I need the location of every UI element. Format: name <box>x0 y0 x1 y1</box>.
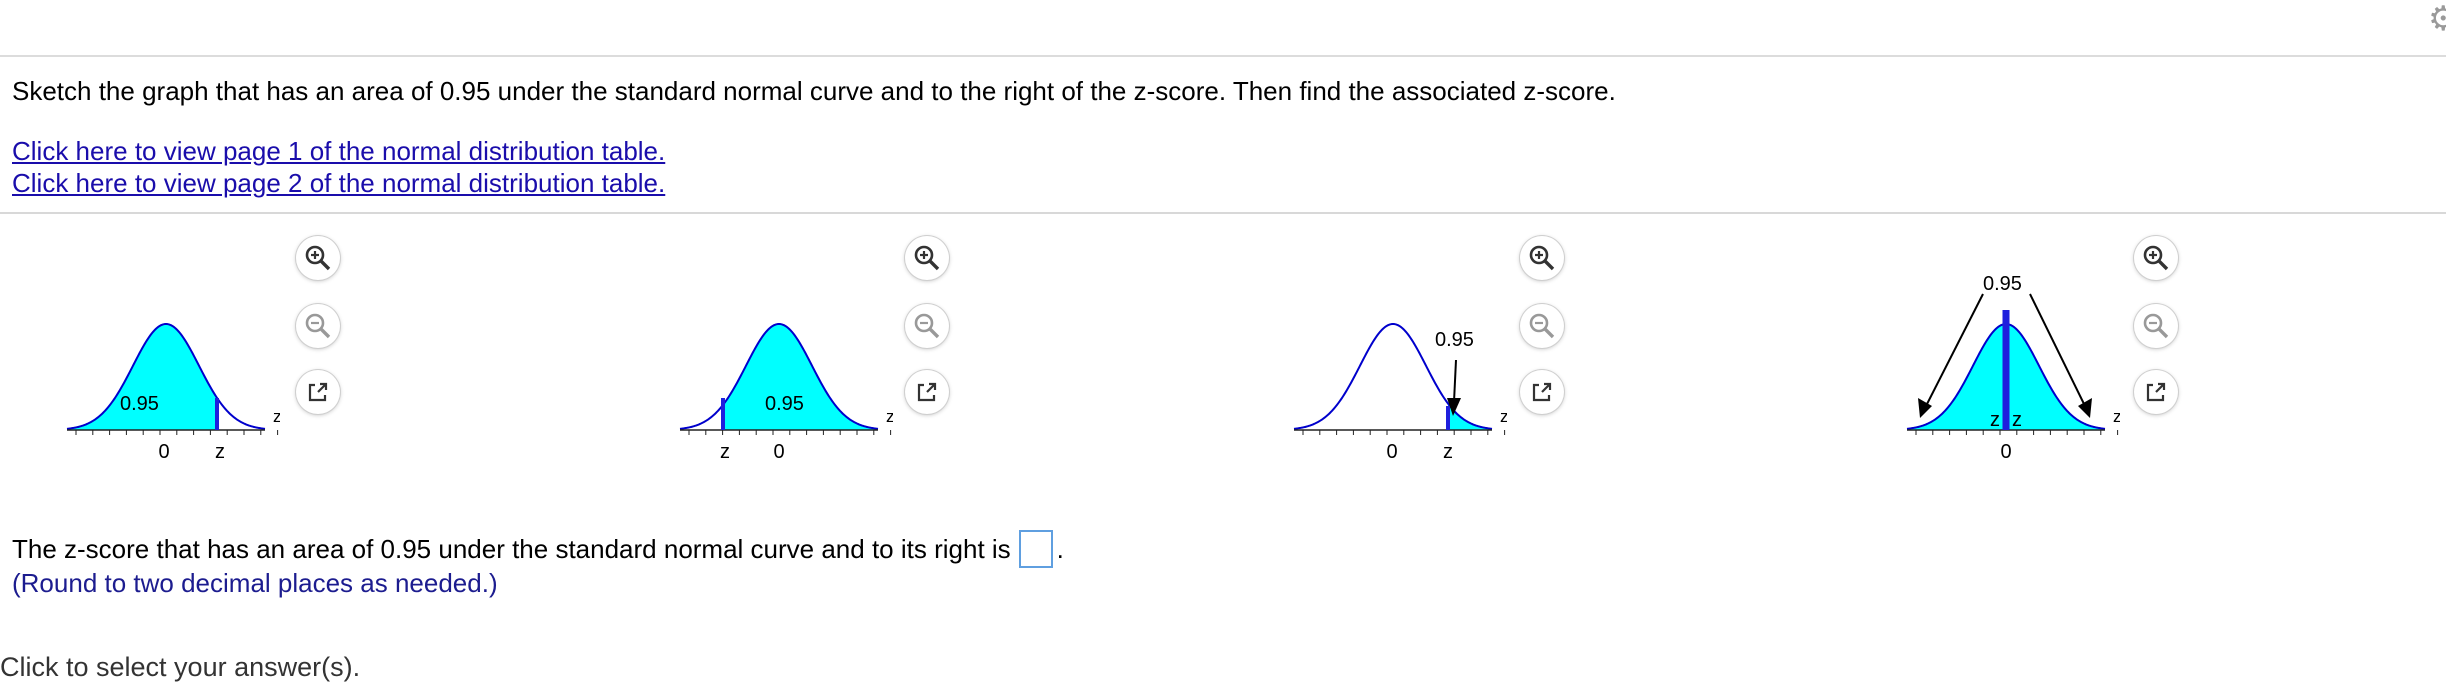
popout-icon <box>917 382 937 402</box>
graph-d-z-label-left: z <box>1990 409 2000 431</box>
graph-option-d[interactable]: 0.95 z 0 z z <box>1840 214 2440 484</box>
graph-d-plot: 0.95 z 0 z z <box>1906 273 2120 460</box>
normal-table-page1-link[interactable]: Click here to view page 1 of the normal … <box>12 136 665 167</box>
graph-d-zoom-out-button[interactable] <box>2134 304 2178 348</box>
graph-c-zoom-out-button[interactable] <box>1520 304 1564 348</box>
graph-c-plot: 0.95 z 0 z <box>1293 322 1507 460</box>
zoom-in-icon <box>1529 245 1555 271</box>
popout-icon <box>1532 382 1552 402</box>
settings-gear-icon[interactable]: ⚙ <box>2428 4 2446 34</box>
graph-d-left-pointer-arrowhead <box>1918 398 1932 418</box>
question-text: Sketch the graph that has an area of 0.9… <box>12 76 1616 106</box>
graph-b-zero-label: 0 <box>773 441 784 460</box>
popout-icon <box>308 382 328 402</box>
z-score-answer-input[interactable] <box>1018 530 1053 568</box>
zoom-in-icon <box>914 245 940 271</box>
graph-b-zoom-out-button[interactable] <box>905 304 949 348</box>
graph-d-zoom-in-button[interactable] <box>2134 236 2178 280</box>
graph-option-a[interactable]: 0.95 z 0 z <box>0 214 600 484</box>
graph-a-axis-label: z <box>273 407 280 426</box>
graph-d-z-label-right: z <box>2012 409 2022 431</box>
graph-c-zoom-in-button[interactable] <box>1520 236 1564 280</box>
graph-b-plot: 0.95 z 0 z <box>679 322 893 460</box>
zoom-in-icon <box>2143 245 2169 271</box>
popout-icon <box>2146 382 2166 402</box>
graph-option-c[interactable]: 0.95 z 0 z <box>1227 214 1827 484</box>
graph-b-popout-button[interactable] <box>905 370 949 414</box>
answer-line: The z-score that has an area of 0.95 und… <box>12 530 1064 568</box>
graph-option-b[interactable]: 0.95 z 0 z <box>613 214 1213 484</box>
graph-c-z-label: z <box>1443 441 1453 460</box>
answer-prompt: The z-score that has an area of 0.95 und… <box>12 533 1011 564</box>
graph-a-popout-button[interactable] <box>296 370 340 414</box>
graph-d-popout-button[interactable] <box>2134 370 2178 414</box>
zoom-in-icon <box>305 245 331 271</box>
graph-a-z-label: z <box>215 441 225 460</box>
select-answer-instruction: Click to select your answer(s). <box>0 652 361 682</box>
graph-c-zero-label: 0 <box>1386 441 1397 460</box>
top-divider <box>0 55 2446 57</box>
graph-b-axis-label: z <box>886 407 893 426</box>
graph-c-pointer-line <box>1453 359 1457 403</box>
graph-a-plot: 0.95 z 0 z <box>66 322 280 460</box>
answer-suffix: . <box>1056 533 1064 564</box>
graph-a-zoom-in-button[interactable] <box>296 236 340 280</box>
graph-c-area-label: 0.95 <box>1435 329 1474 351</box>
zoom-out-icon <box>1529 313 1555 339</box>
zoom-out-icon <box>2143 313 2169 339</box>
graph-b-zoom-in-button[interactable] <box>905 236 949 280</box>
graph-a-zoom-out-button[interactable] <box>296 304 340 348</box>
rounding-hint: (Round to two decimal places as needed.) <box>12 568 498 598</box>
graph-d-zero-label: 0 <box>2000 441 2011 460</box>
graph-d-axis-label: z <box>2113 407 2120 426</box>
graph-c-axis-label: z <box>1500 407 1507 426</box>
graph-a-area-label: 0.95 <box>120 393 159 415</box>
normal-table-page2-link[interactable]: Click here to view page 2 of the normal … <box>12 168 665 199</box>
zoom-out-icon <box>914 313 940 339</box>
graph-c-popout-button[interactable] <box>1520 370 1564 414</box>
graph-a-zero-label: 0 <box>158 441 169 460</box>
graph-d-right-pointer-arrowhead <box>2078 398 2092 418</box>
graph-options: 0.95 z 0 z 0.95 z 0 z 0.95 z 0 z 0.95 z … <box>0 214 2446 484</box>
graph-b-area-label: 0.95 <box>765 393 804 415</box>
graph-b-z-label: z <box>720 441 730 460</box>
zoom-out-icon <box>305 313 331 339</box>
graph-d-area-label: 0.95 <box>1983 273 2022 295</box>
